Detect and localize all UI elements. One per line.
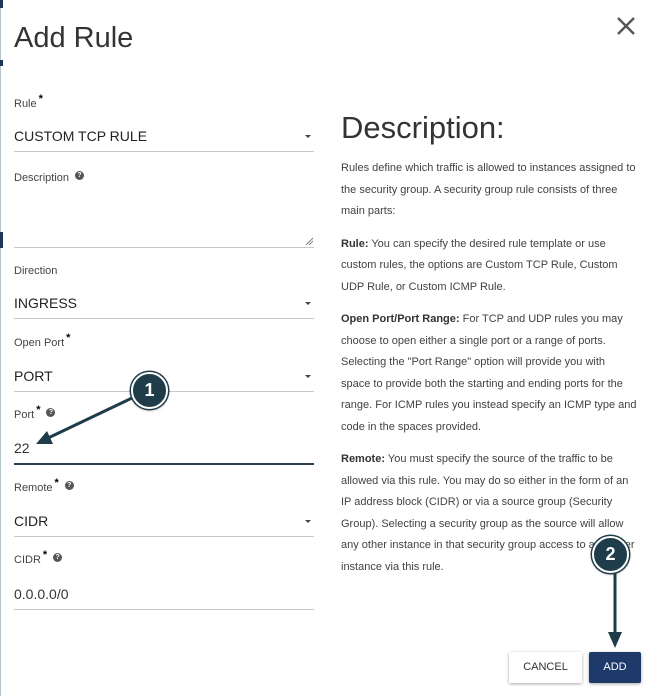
remote-text: You must specify the source of the traff… bbox=[341, 453, 635, 573]
description-intro: Rules define which traffic is allowed to… bbox=[341, 162, 636, 217]
help-icon[interactable]: ? bbox=[53, 553, 63, 562]
direction-value: INGRESS bbox=[14, 295, 78, 311]
open-port-value: PORT bbox=[14, 368, 53, 384]
required-marker: * bbox=[42, 549, 48, 561]
required-marker: * bbox=[36, 404, 41, 416]
description-rule-paragraph: Rule: You can specify the desired rule t… bbox=[341, 234, 637, 299]
rule-heading: Rule: bbox=[341, 237, 369, 250]
description-textarea[interactable] bbox=[14, 197, 314, 248]
cidr-field: CIDR *? 0.0.0.0/0 bbox=[14, 549, 314, 610]
port-value: 22 bbox=[14, 440, 30, 456]
description-panel: Description: Rules define which traffic … bbox=[341, 110, 637, 589]
port-label: Port bbox=[14, 409, 35, 421]
rule-label: Rule bbox=[14, 98, 37, 110]
left-edge-border bbox=[0, 0, 1, 696]
port-heading: Open Port/Port Range: bbox=[341, 313, 460, 325]
rule-value: CUSTOM TCP RULE bbox=[14, 128, 148, 144]
annotation-badge-1: 1 bbox=[131, 372, 168, 409]
direction-label: Direction bbox=[14, 265, 58, 277]
cidr-label: CIDR bbox=[14, 554, 41, 566]
direction-field: Direction INGRESS bbox=[14, 265, 314, 319]
resize-grip-icon[interactable] bbox=[305, 237, 313, 245]
close-button[interactable] bbox=[612, 12, 640, 40]
description-panel-title: Description: bbox=[341, 110, 505, 145]
direction-select[interactable]: INGRESS bbox=[14, 292, 314, 319]
cidr-input[interactable]: 0.0.0.0/0 bbox=[14, 583, 314, 610]
remote-select[interactable]: CIDR bbox=[14, 510, 314, 537]
help-icon[interactable]: ? bbox=[46, 408, 56, 417]
description-field: Description? bbox=[14, 171, 314, 248]
port-field: Port *? 22 bbox=[14, 404, 314, 465]
caret-down-icon bbox=[305, 302, 311, 305]
required-marker: * bbox=[38, 93, 43, 105]
required-marker: * bbox=[54, 477, 59, 489]
caret-down-icon bbox=[305, 375, 311, 378]
port-input[interactable]: 22 bbox=[14, 437, 314, 465]
edge-mark bbox=[0, 232, 3, 248]
rule-select[interactable]: CUSTOM TCP RULE bbox=[14, 125, 314, 152]
cancel-button[interactable]: CANCEL bbox=[509, 652, 582, 683]
description-port-paragraph: Open Port/Port Range: For TCP and UDP ru… bbox=[341, 309, 637, 438]
port-text: For TCP and UDP rules you may choose to … bbox=[341, 313, 637, 433]
dialog-title: Add Rule bbox=[14, 22, 134, 54]
open-port-label: Open Port bbox=[14, 337, 65, 349]
edge-mark bbox=[0, 0, 3, 8]
rule-text: You can specify the desired rule templat… bbox=[341, 237, 618, 293]
caret-down-icon bbox=[305, 520, 311, 523]
close-icon bbox=[617, 17, 635, 35]
remote-value: CIDR bbox=[14, 513, 49, 529]
remote-heading: Remote: bbox=[341, 453, 386, 465]
description-label: Description bbox=[14, 172, 70, 184]
cidr-value: 0.0.0.0/0 bbox=[14, 586, 69, 602]
edge-mark bbox=[0, 60, 3, 66]
annotation-badge-2: 2 bbox=[592, 536, 629, 573]
remote-label: Remote bbox=[14, 482, 53, 494]
caret-down-icon bbox=[305, 135, 311, 138]
remote-field: Remote *? CIDR bbox=[14, 477, 314, 537]
open-port-field: Open Port * PORT bbox=[14, 332, 314, 392]
add-button[interactable]: ADD bbox=[589, 652, 641, 683]
help-icon[interactable]: ? bbox=[75, 171, 85, 180]
rule-field: Rule * CUSTOM TCP RULE bbox=[14, 93, 314, 152]
annotation-arrowhead-2 bbox=[608, 632, 622, 648]
required-marker: * bbox=[66, 332, 71, 344]
help-icon[interactable]: ? bbox=[64, 481, 74, 490]
